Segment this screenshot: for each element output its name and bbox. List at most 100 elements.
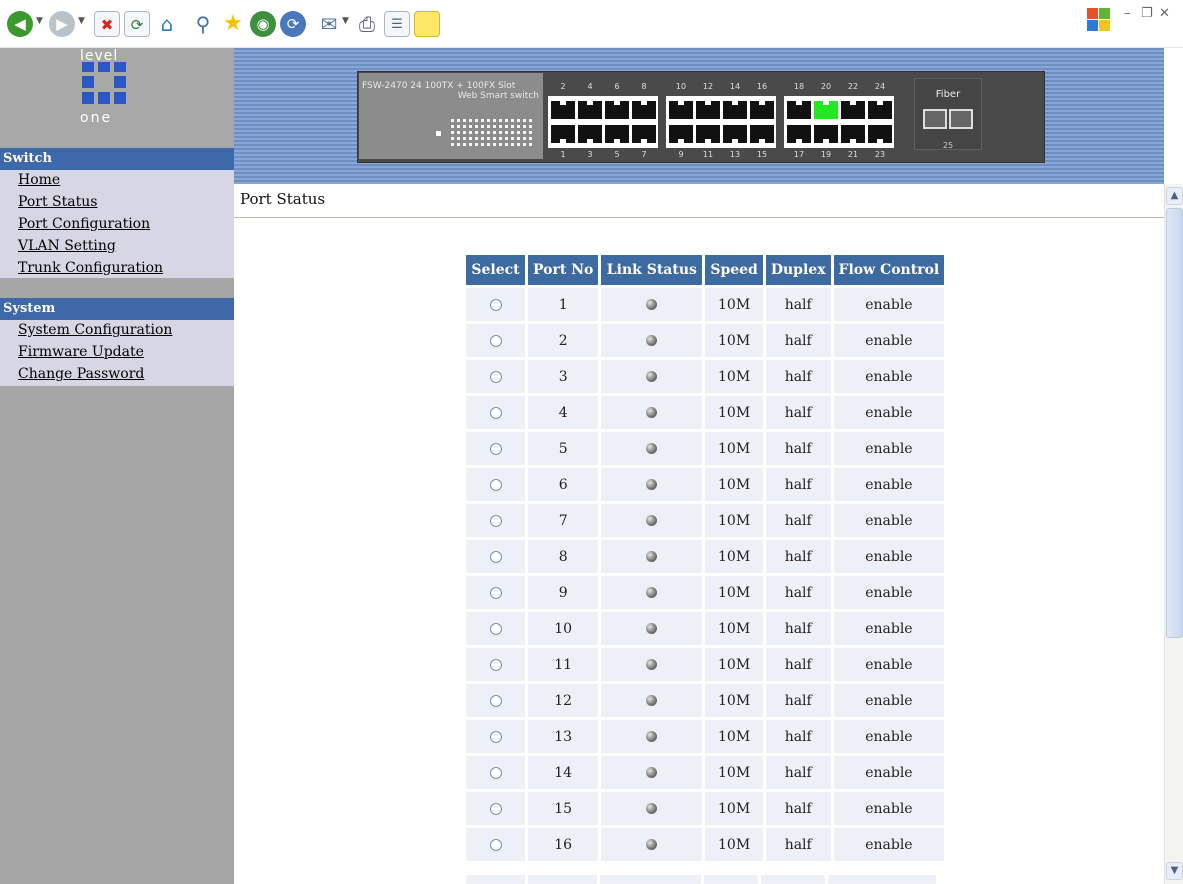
speed-cell: 10M <box>705 324 763 357</box>
refresh-icon[interactable]: ⟳ <box>124 11 150 37</box>
vertical-scrollbar[interactable]: ▲ ▼ <box>1164 184 1183 884</box>
port-select-radio[interactable] <box>489 658 502 671</box>
duplex-cell: half <box>765 432 831 465</box>
port-select-radio[interactable] <box>489 334 502 347</box>
sidebar-item-system-configuration[interactable]: System Configuration <box>0 320 234 342</box>
switch-port-8[interactable] <box>632 101 656 119</box>
switch-port-22[interactable] <box>841 101 865 119</box>
port-label: 24 <box>874 82 886 91</box>
port-select-radio[interactable] <box>489 406 502 419</box>
switch-port-1[interactable] <box>551 125 575 143</box>
port-label: 7 <box>641 150 647 159</box>
switch-port-12[interactable] <box>696 101 720 119</box>
select-cell <box>466 540 525 573</box>
scroll-up-icon[interactable]: ▲ <box>1166 187 1183 205</box>
flow-control-cell: enable <box>833 504 945 537</box>
sidebar-item-change-password[interactable]: Change Password <box>0 364 234 386</box>
port-no-cell: 7 <box>528 504 599 537</box>
speed-cell: 10M <box>705 648 763 681</box>
flow-control-cell: enable <box>833 792 945 825</box>
mail-icon[interactable]: ✉ <box>316 11 342 37</box>
switch-port-21[interactable] <box>841 125 865 143</box>
sidebar-item-firmware-update[interactable]: Firmware Update <box>0 342 234 364</box>
select-cell <box>466 504 525 537</box>
table-row: 1 10M half enable <box>466 288 945 321</box>
switch-port-17[interactable] <box>787 125 811 143</box>
port-select-radio[interactable] <box>489 766 502 779</box>
minimize-icon[interactable]: – <box>1124 6 1131 21</box>
scroll-down-icon[interactable]: ▼ <box>1166 862 1183 880</box>
back-dropdown-icon[interactable]: ▼ <box>36 16 43 26</box>
port-select-radio[interactable] <box>489 478 502 491</box>
port-select-radio[interactable] <box>489 550 502 563</box>
scroll-thumb[interactable] <box>1166 208 1183 638</box>
mail-dropdown-icon[interactable]: ▼ <box>342 16 349 26</box>
search-icon[interactable]: ⚲ <box>190 11 216 37</box>
port-select-radio[interactable] <box>489 514 502 527</box>
switch-port-10[interactable] <box>669 101 693 119</box>
switch-port-3[interactable] <box>578 125 602 143</box>
link-status-led-icon <box>646 659 658 670</box>
port-select-radio[interactable] <box>489 298 502 311</box>
switch-port-19[interactable] <box>814 125 838 143</box>
link-status-led-icon <box>646 335 658 346</box>
port-select-radio[interactable] <box>489 586 502 599</box>
switch-port-7[interactable] <box>632 125 656 143</box>
table-row: 4 10M half enable <box>466 396 945 429</box>
forward-icon[interactable]: ▶ <box>49 11 75 37</box>
switch-port-2[interactable] <box>551 101 575 119</box>
port-label: 21 <box>847 150 859 159</box>
switch-port-15[interactable] <box>750 125 774 143</box>
edit-icon[interactable]: ☰ <box>384 11 410 37</box>
sidebar-item-trunk-configuration[interactable]: Trunk Configuration <box>0 258 234 280</box>
port-label: 16 <box>756 82 768 91</box>
back-icon[interactable]: ◀ <box>7 11 33 37</box>
port-label: 9 <box>678 150 684 159</box>
home-icon[interactable]: ⌂ <box>154 11 180 37</box>
stop-icon[interactable]: ✖ <box>94 11 120 37</box>
switch-port-4[interactable] <box>578 101 602 119</box>
port-select-radio[interactable] <box>489 370 502 383</box>
sidebar-item-port-configuration[interactable]: Port Configuration <box>0 214 234 236</box>
close-icon[interactable]: ✕ <box>1159 6 1170 21</box>
table-row: 11 10M half enable <box>466 648 945 681</box>
switch-port-24[interactable] <box>868 101 892 119</box>
history-icon[interactable]: ⟳ <box>280 11 306 37</box>
switch-port-23[interactable] <box>868 125 892 143</box>
switch-port-6[interactable] <box>605 101 629 119</box>
discuss-icon[interactable] <box>414 11 440 37</box>
port-group <box>548 96 658 148</box>
port-select-radio[interactable] <box>489 730 502 743</box>
port-select-radio[interactable] <box>489 802 502 815</box>
link-status-cell <box>601 396 703 429</box>
switch-port-20[interactable] <box>814 101 838 119</box>
sidebar-item-home[interactable]: Home <box>0 170 234 192</box>
link-status-cell <box>601 540 703 573</box>
print-icon[interactable]: ⎙ <box>354 11 380 37</box>
switch-port-5[interactable] <box>605 125 629 143</box>
sidebar-item-vlan-setting[interactable]: VLAN Setting <box>0 236 234 258</box>
sidebar-item-port-status[interactable]: Port Status <box>0 192 234 214</box>
switch-port-16[interactable] <box>750 101 774 119</box>
switch-port-18[interactable] <box>787 101 811 119</box>
port-no-cell: 11 <box>528 648 599 681</box>
port-select-radio[interactable] <box>489 838 502 851</box>
switch-port-14[interactable] <box>723 101 747 119</box>
port-no-cell: 3 <box>528 360 599 393</box>
restore-icon[interactable]: ❐ <box>1141 6 1153 21</box>
media-icon[interactable]: ◉ <box>250 11 276 37</box>
select-cell <box>466 684 525 717</box>
forward-dropdown-icon[interactable]: ▼ <box>78 16 85 26</box>
switch-port-11[interactable] <box>696 125 720 143</box>
favorites-icon[interactable]: ★ <box>220 11 246 37</box>
fiber-port[interactable] <box>923 109 947 129</box>
port-no-cell: 10 <box>528 612 599 645</box>
port-select-radio[interactable] <box>489 442 502 455</box>
port-select-radio[interactable] <box>489 622 502 635</box>
fiber-port[interactable] <box>949 109 973 129</box>
port-select-radio[interactable] <box>489 694 502 707</box>
port-no-cell: 2 <box>528 324 599 357</box>
table-row: 16 10M half enable <box>466 828 945 861</box>
switch-port-13[interactable] <box>723 125 747 143</box>
switch-port-9[interactable] <box>669 125 693 143</box>
